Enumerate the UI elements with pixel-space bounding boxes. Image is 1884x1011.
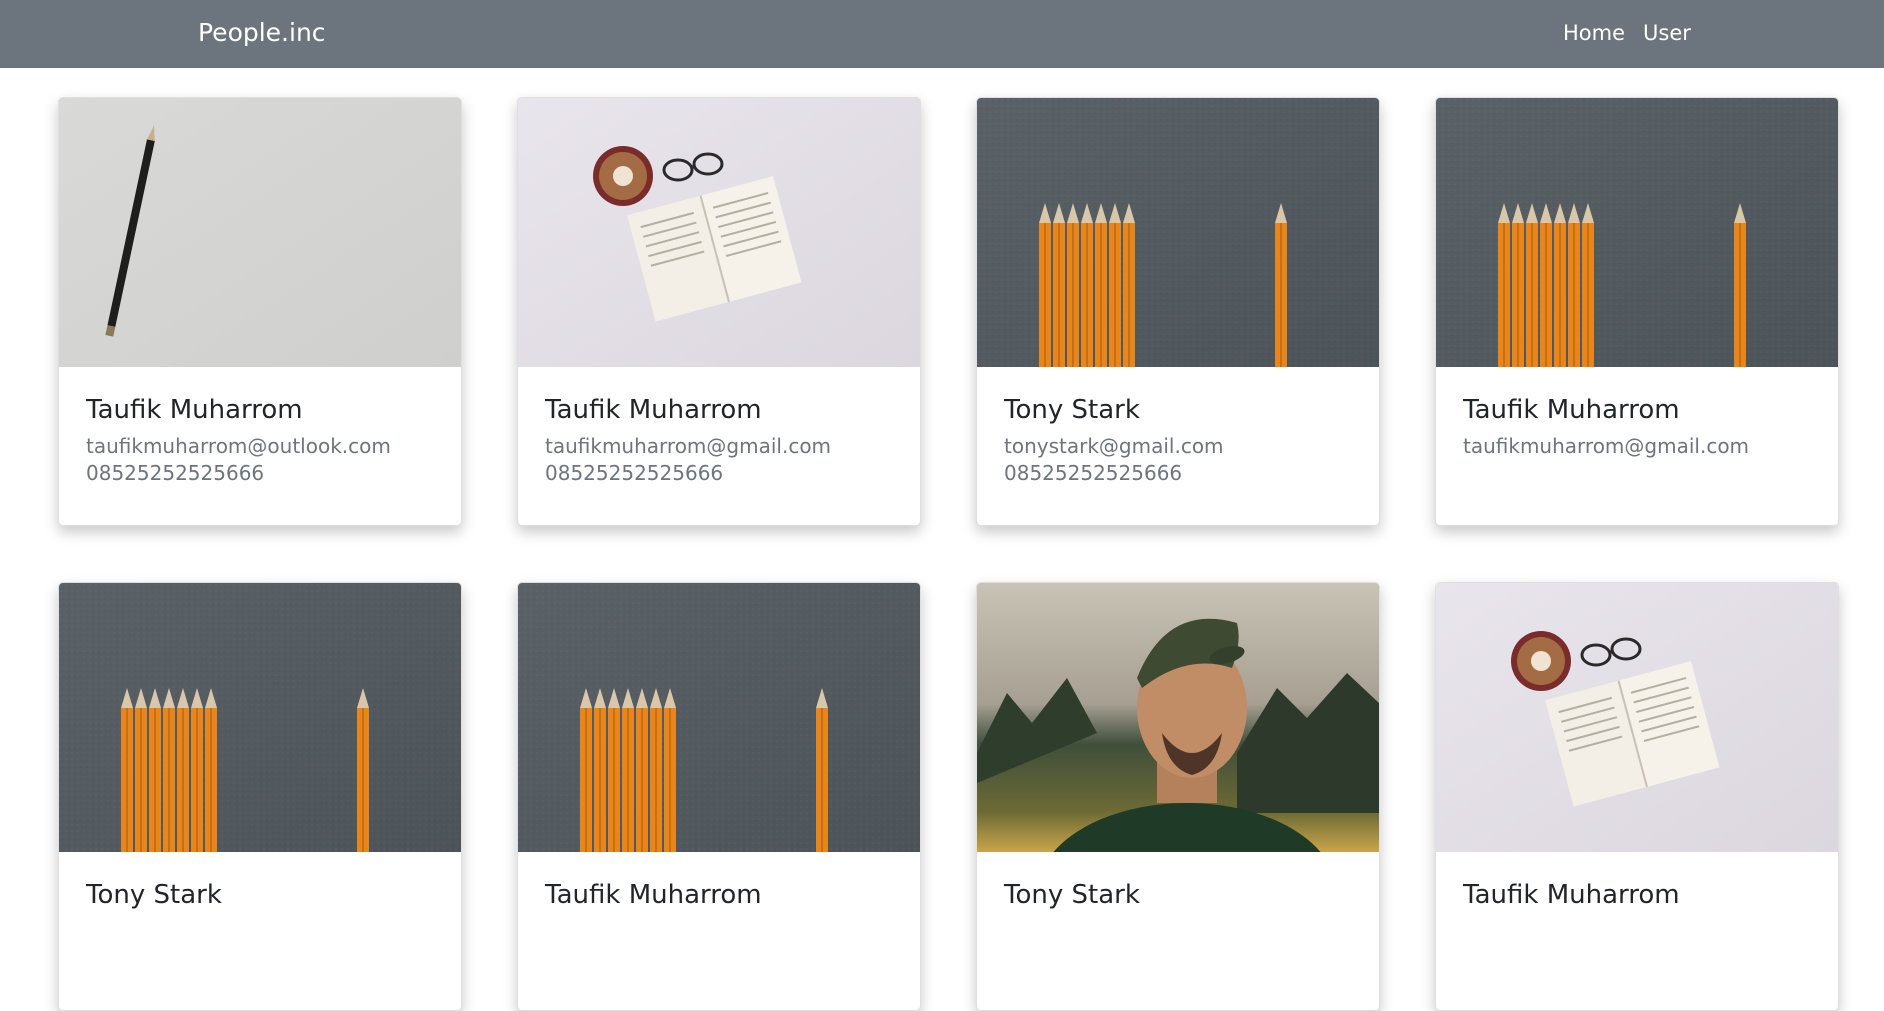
user-card[interactable]: Taufik Muharrom [517, 582, 921, 1011]
card-email: tonystark@gmail.com [1004, 434, 1224, 458]
card-phone: 08525252525666 [545, 461, 724, 485]
card-image-man-in-cap [977, 583, 1379, 852]
card-body: Taufik Muharrom [518, 852, 920, 912]
user-card[interactable]: Taufik Muharrom taufikmuharrom@gmail.com… [517, 97, 921, 526]
card-image-orange-pencils [518, 583, 920, 852]
card-image-pencil-on-white [59, 98, 461, 367]
card-name: Taufik Muharrom [1463, 395, 1680, 425]
card-body: Tony Stark [59, 852, 461, 912]
card-image-orange-pencils [59, 583, 461, 852]
nav-links: Home User [1563, 18, 1691, 48]
user-card[interactable]: Tony Stark tonystark@gmail.com 085252525… [976, 97, 1380, 526]
card-body: Taufik Muharrom taufikmuharrom@gmail.com… [518, 367, 920, 487]
card-name: Tony Stark [1004, 880, 1140, 910]
card-body: Taufik Muharrom taufikmuharrom@gmail.com [1436, 367, 1838, 460]
card-name: Taufik Muharrom [545, 880, 762, 910]
card-name: Taufik Muharrom [1463, 880, 1680, 910]
card-body: Tony Stark [977, 852, 1379, 912]
card-image-orange-pencils [977, 98, 1379, 367]
user-card[interactable]: Tony Stark [58, 582, 462, 1011]
card-name: Tony Stark [1004, 395, 1140, 425]
card-phone: 08525252525666 [86, 461, 265, 485]
card-email: taufikmuharrom@gmail.com [545, 434, 832, 458]
user-card[interactable]: Taufik Muharrom taufikmuharrom@outlook.c… [58, 97, 462, 526]
user-card[interactable]: Taufik Muharrom taufikmuharrom@gmail.com [1435, 97, 1839, 526]
nav-link-user[interactable]: User [1643, 18, 1691, 48]
card-phone: 08525252525666 [1004, 461, 1183, 485]
card-email: taufikmuharrom@gmail.com [1463, 434, 1750, 458]
navbar: People.inc Home User [0, 0, 1884, 68]
card-name: Tony Stark [86, 880, 222, 910]
card-email: taufikmuharrom@outlook.com [86, 434, 391, 458]
card-image-orange-pencils [1436, 98, 1838, 367]
card-body: Tony Stark tonystark@gmail.com 085252525… [977, 367, 1379, 487]
card-image-coffee-book-glasses [1436, 583, 1838, 852]
user-card[interactable]: Tony Stark [976, 582, 1380, 1011]
nav-link-home[interactable]: Home [1563, 18, 1625, 48]
card-body: Taufik Muharrom [1436, 852, 1838, 912]
card-name: Taufik Muharrom [86, 395, 303, 425]
card-body: Taufik Muharrom taufikmuharrom@outlook.c… [59, 367, 461, 487]
card-name: Taufik Muharrom [545, 395, 762, 425]
card-image-coffee-book-glasses [518, 98, 920, 367]
user-card[interactable]: Taufik Muharrom [1435, 582, 1839, 1011]
brand-link[interactable]: People.inc [198, 16, 326, 50]
